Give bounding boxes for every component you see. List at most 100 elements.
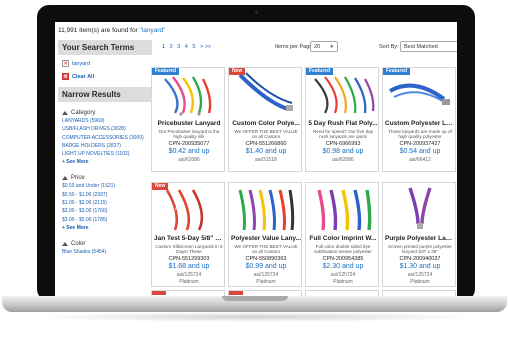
product-description: Custom Silkscreen Lanyards in 5 Days! Th… (155, 244, 223, 255)
items-per-page-label: Items per Page: (275, 44, 314, 50)
sort-by-select[interactable]: Best Matched ▼ (400, 41, 457, 52)
price-item[interactable]: $3.00 - $5.00 (1785) (58, 216, 152, 224)
price-item[interactable]: $0.50 and Under (1521) (58, 182, 152, 190)
product-asi: asi/125724 (253, 272, 279, 278)
category-item[interactable]: BADGE HOLDERS (2827) (58, 142, 152, 150)
product-title[interactable]: Jan Test 5-Day 5/8" C... (154, 235, 224, 242)
collapse-triangle-icon (62, 241, 68, 246)
product-asi: asi/125724 (330, 272, 356, 278)
product-price: $2.30 and up (322, 263, 364, 270)
category-item[interactable]: COMPUTER ACCESSORIES (3000) (58, 134, 152, 142)
clear-all-icon[interactable]: ✕ (62, 73, 69, 80)
page-link-5[interactable]: 5 (192, 44, 195, 50)
product-tier: Platinum (333, 279, 353, 285)
product-card[interactable]: New Custom Color Polye... We OFFER THE B… (228, 67, 302, 172)
product-image[interactable] (230, 184, 301, 234)
laptop-notch (222, 296, 288, 301)
clear-all-button[interactable]: ✕ Clear All (58, 72, 152, 81)
product-cpn: CPN-550890363 (245, 256, 287, 262)
product-card-partial[interactable] (305, 290, 379, 296)
product-price: $1.40 and up (245, 148, 287, 155)
sidebar: Your Search Terms ✕ lanyard ✕ Clear All … (58, 40, 152, 296)
category-item[interactable]: LANYARDS (5969) (58, 117, 152, 125)
category-item[interactable]: LIGHT UP NOVELTIES (1102) (58, 150, 152, 158)
product-title[interactable]: Polyester Value Lany... (231, 235, 301, 242)
product-tier: Platinum (179, 279, 199, 285)
product-badge: New (152, 183, 169, 190)
product-asi: asi/66412 (409, 157, 431, 163)
pagination-bar: 1 2 3 4 5 > >> Items per Page: 20 ▼ Sort… (160, 41, 457, 53)
product-cpn: CPN-551299303 (168, 256, 210, 262)
product-card[interactable]: Featured Pricebuster Lanyard Our Pricebu… (151, 67, 225, 172)
product-card[interactable]: Polyester Value Lany... We OFFER THE BES… (228, 182, 302, 287)
product-image[interactable]: ABC (153, 184, 224, 234)
svg-text:ABC: ABC (175, 206, 186, 212)
product-card[interactable]: Featured 5 Day Rush Flat Poly... Need fo… (305, 67, 379, 172)
product-badge: Featured (306, 68, 334, 75)
product-image[interactable] (384, 69, 455, 119)
category-see-more[interactable]: + See More (58, 158, 152, 167)
product-badge: Featured (152, 68, 180, 75)
page-link-1[interactable]: 1 (162, 44, 165, 50)
product-asi: asi/125724 (407, 272, 433, 278)
product-title[interactable]: 5 Day Rush Flat Poly... (308, 120, 378, 127)
page-link-4[interactable]: 4 (185, 44, 188, 50)
category-filter-toggle[interactable]: Category (58, 109, 152, 117)
next-page-link[interactable]: > >> (200, 44, 211, 50)
product-card[interactable]: Full Color Imprint W... Full color doubl… (305, 182, 379, 287)
product-badge: Featured (383, 68, 411, 75)
product-card[interactable]: Purple Polyester Lan... Screen printed p… (382, 182, 456, 287)
page-link-3[interactable]: 3 (177, 44, 180, 50)
product-title[interactable]: Full Color Imprint W... (308, 235, 378, 242)
chevron-down-icon: ▼ (329, 44, 334, 49)
color-item[interactable]: Blue Shades (5454) (58, 248, 152, 256)
page-link-2[interactable]: 2 (170, 44, 173, 50)
product-badge-partial (229, 291, 243, 295)
product-description: Screen printed purple polyester lanyard … (388, 244, 452, 255)
product-description: We OFFER THE BEST VALUE on all Custom (234, 129, 298, 140)
product-price: $1.30 and up (399, 263, 441, 270)
product-image[interactable] (153, 69, 224, 119)
product-price: $1.68 and up (168, 263, 210, 270)
price-item[interactable]: $2.00 - $3.00 (1760) (58, 207, 152, 215)
product-title[interactable]: Custom Polyester La... (385, 120, 455, 127)
product-title[interactable]: Custom Color Polye... (231, 120, 301, 127)
product-asi: asi/62086 (332, 157, 354, 163)
price-item[interactable]: $0.50 - $1.00 (2397) (58, 191, 152, 199)
page-links: 1 2 3 4 5 > >> (162, 44, 214, 50)
product-card-partial[interactable] (382, 290, 456, 296)
product-title[interactable]: Purple Polyester Lan... (385, 235, 455, 242)
search-terms-heading: Your Search Terms (58, 40, 152, 55)
product-title[interactable]: Pricebuster Lanyard (154, 120, 224, 127)
price-filter-toggle[interactable]: Price (58, 174, 152, 182)
results-count: 11,991 item(s) are found for "lanyard" (58, 27, 166, 34)
product-card[interactable]: Featured Custom Polyester La... These la… (382, 67, 456, 172)
category-item[interactable]: USB/FLASH DRIVES (3028) (58, 125, 152, 133)
product-asi: asi/125724 (176, 272, 202, 278)
product-image[interactable] (384, 184, 455, 234)
search-term-lanyard[interactable]: ✕ lanyard (58, 59, 152, 68)
product-card[interactable]: ABC New Jan Test 5-Day 5/8" C... Custom … (151, 182, 225, 287)
product-description: These lanyards are made up of high quali… (388, 129, 452, 140)
product-image[interactable] (307, 184, 378, 234)
color-filter-toggle[interactable]: Color (58, 240, 152, 248)
product-price: $0.98 and up (322, 148, 364, 155)
collapse-triangle-icon (62, 176, 68, 181)
product-description: Our Pricebuster lanyard is the high qual… (158, 129, 220, 140)
narrow-results-heading: Narrow Results (58, 87, 152, 102)
product-image[interactable] (230, 69, 301, 119)
product-image[interactable] (307, 69, 378, 119)
product-description: Full color double sided dye sublimation … (314, 244, 372, 255)
price-see-more[interactable]: + See More (58, 224, 152, 233)
product-card-partial[interactable] (151, 290, 225, 296)
items-per-page-select[interactable]: 20 ▼ (310, 41, 338, 52)
screen: 11,991 item(s) are found for "lanyard" Y… (55, 22, 457, 296)
product-card-partial[interactable] (228, 290, 302, 296)
product-price: $0.42 and up (168, 148, 210, 155)
laptop-shadow (30, 312, 480, 322)
product-asi: asi/62086 (178, 157, 200, 163)
price-item[interactable]: $1.00 - $2.00 (2115) (58, 199, 152, 207)
remove-term-icon[interactable]: ✕ (62, 60, 69, 67)
product-price: $0.99 and up (245, 263, 287, 270)
product-cpn: CPN-200935077 (168, 141, 210, 147)
